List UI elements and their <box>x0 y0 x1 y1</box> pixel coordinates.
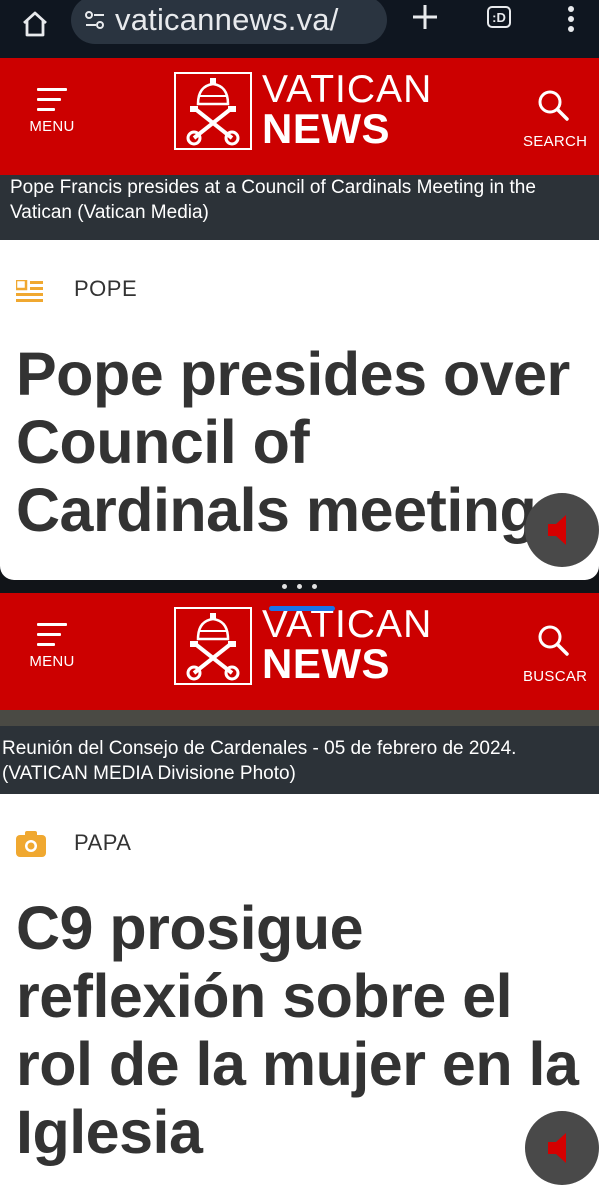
home-icon <box>23 11 47 37</box>
address-bar[interactable]: vaticannews.va/ <box>71 0 387 44</box>
site-logo[interactable]: VATICAN NEWS <box>174 68 434 152</box>
hamburger-icon <box>37 88 67 112</box>
listen-button[interactable] <box>525 493 599 567</box>
plus-icon <box>413 5 437 29</box>
logo-wordmark-bottom: NEWS <box>262 640 390 687</box>
split-divider-dots[interactable] <box>282 584 322 590</box>
article-card: PAPA C9 prosigue reflexión sobre el rol … <box>0 794 599 1200</box>
home-button[interactable] <box>14 6 56 42</box>
hamburger-icon <box>37 623 67 647</box>
search-button[interactable]: BUSCAR <box>523 623 588 685</box>
article-headline: C9 prosigue reflexión sobre el rol de la… <box>16 894 579 1166</box>
site-settings-icon[interactable] <box>83 8 107 32</box>
browser-menu-button[interactable] <box>556 2 586 36</box>
listen-button[interactable] <box>525 1111 599 1185</box>
search-icon <box>538 90 569 121</box>
search-label: BUSCAR <box>523 668 588 685</box>
search-button[interactable]: SEARCH <box>523 88 588 150</box>
search-icon <box>538 625 569 656</box>
search-label: SEARCH <box>523 133 588 150</box>
logo-wordmark-bottom: NEWS <box>262 105 390 152</box>
vatican-emblem-icon <box>174 607 252 685</box>
menu-button[interactable]: MENU <box>25 88 79 135</box>
site-header: MENU VATICAN NEWS SEARCH <box>0 58 599 175</box>
article-card: POPE Pope presides over Council of Cardi… <box>0 240 599 580</box>
browser-toolbar: vaticannews.va/ :D <box>0 0 599 58</box>
photo-caption: Reunión del Consejo de Cardenales - 05 d… <box>0 710 599 794</box>
photo-caption: Pope Francis presides at a Council of Ca… <box>0 175 599 240</box>
more-vertical-icon <box>568 6 574 32</box>
vatican-emblem-icon <box>174 72 252 150</box>
menu-label: MENU <box>29 653 75 670</box>
tab-count: :D <box>487 6 511 28</box>
article-category[interactable]: PAPA <box>16 830 132 857</box>
speaker-icon <box>548 515 566 545</box>
url-text: vaticannews.va/ <box>115 2 339 37</box>
category-label: POPE <box>74 276 138 301</box>
menu-label: MENU <box>29 118 75 135</box>
menu-button[interactable]: MENU <box>25 623 79 670</box>
camera-icon <box>16 831 46 857</box>
article-category[interactable]: POPE <box>16 276 137 302</box>
split-drag-handle[interactable] <box>269 606 335 611</box>
caption-text: Pope Francis presides at a Council of Ca… <box>10 177 536 223</box>
category-label: PAPA <box>74 830 132 855</box>
speaker-icon <box>548 1133 566 1163</box>
tab-switcher-button[interactable]: :D <box>484 4 514 30</box>
new-tab-button[interactable] <box>405 0 445 34</box>
article-headline: Pope presides over Council of Cardinals … <box>16 340 570 544</box>
article-icon <box>16 280 43 302</box>
site-logo[interactable]: VATICAN NEWS <box>174 603 434 687</box>
caption-text: Reunión del Consejo de Cardenales - 05 d… <box>2 738 517 784</box>
